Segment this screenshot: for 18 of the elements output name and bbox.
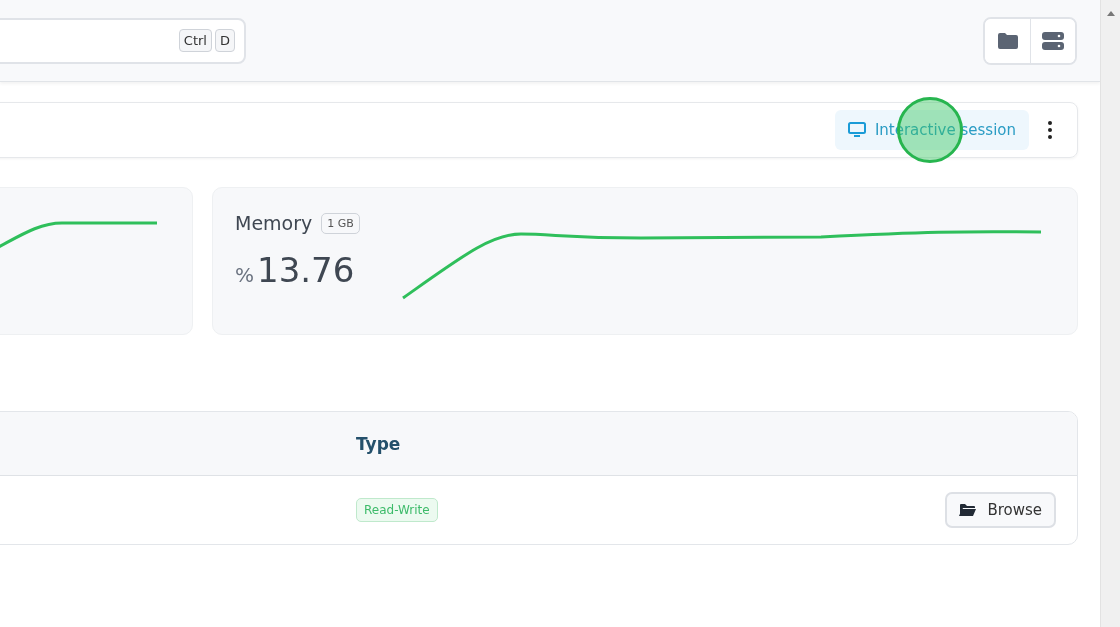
scrollbar[interactable] bbox=[1100, 0, 1120, 627]
shortcut-key: D bbox=[215, 29, 235, 52]
server-icon bbox=[1041, 30, 1065, 51]
metric-title: Memory bbox=[235, 212, 313, 234]
more-options-icon[interactable] bbox=[1047, 120, 1053, 140]
shortcut-key: Ctrl bbox=[178, 29, 212, 52]
server-button[interactable] bbox=[1030, 18, 1075, 63]
metric-badge: 1 GB bbox=[321, 212, 360, 234]
folder-icon bbox=[996, 31, 1019, 50]
browse-button[interactable]: Browse bbox=[945, 492, 1056, 528]
folder-icon bbox=[959, 503, 978, 517]
metric-unit: % bbox=[235, 263, 254, 287]
search-field[interactable]: Ctrl D bbox=[0, 17, 246, 64]
monitor-icon bbox=[847, 122, 866, 138]
metric-value: 13.76 bbox=[257, 250, 355, 290]
access-type-badge: Read-Write bbox=[356, 498, 438, 522]
scroll-up-icon[interactable] bbox=[1105, 9, 1116, 17]
column-header: Type bbox=[356, 433, 401, 454]
